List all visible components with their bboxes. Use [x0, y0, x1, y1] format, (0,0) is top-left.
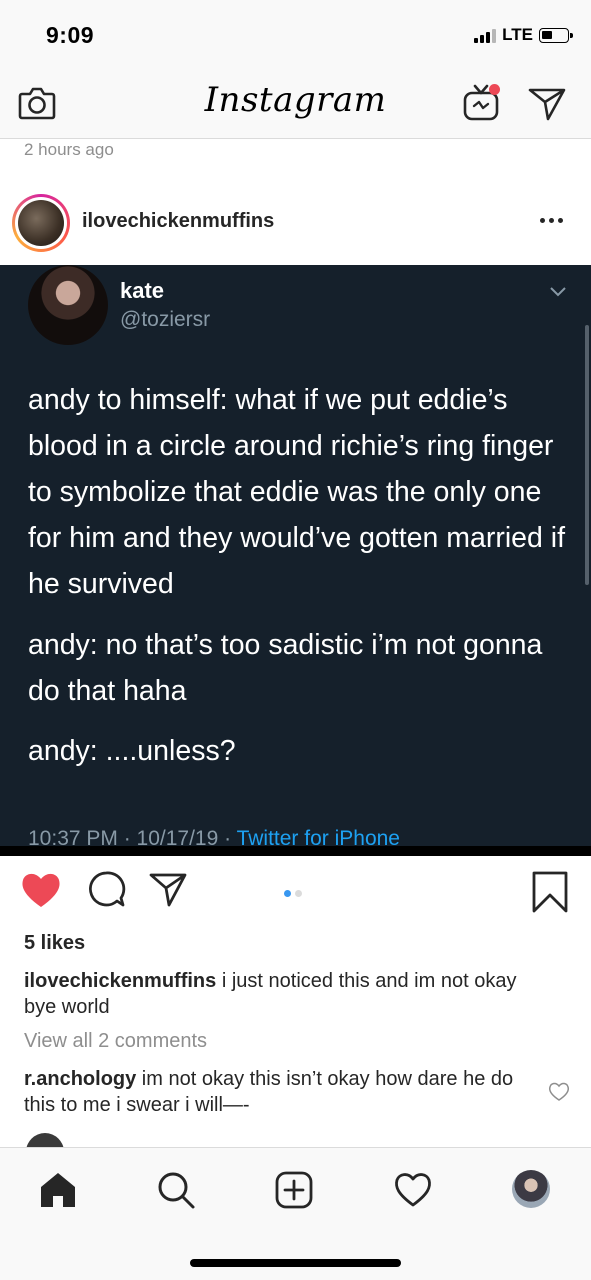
like-heart-icon[interactable] [20, 870, 62, 910]
avatar [18, 200, 64, 246]
activity-heart-icon[interactable] [393, 1170, 433, 1210]
search-icon[interactable] [156, 1170, 196, 1210]
view-all-comments-link[interactable]: View all 2 comments [24, 1030, 207, 1053]
story-ring-avatar[interactable] [12, 194, 70, 252]
notification-dot [489, 84, 500, 95]
status-indicators: LTE [474, 25, 573, 45]
tweet-author-name: kate [120, 278, 165, 303]
tweet-author-handle: @toziersr [120, 308, 211, 331]
tweet-paragraph: andy: ....unless? [28, 735, 236, 767]
next-post-peek [0, 1133, 591, 1147]
comment-item: r.anchology im not okay this isn’t okay … [24, 1066, 529, 1118]
bottom-tab-bar [0, 1147, 591, 1280]
previous-post-time: 2 hours ago [24, 140, 114, 159]
carousel-dot [295, 890, 302, 897]
caption-username[interactable]: ilovechickenmuffins [24, 970, 216, 992]
share-icon[interactable] [148, 870, 188, 910]
comment-like-heart-icon[interactable] [548, 1082, 570, 1102]
avatar [26, 1133, 64, 1147]
home-icon[interactable] [38, 1170, 78, 1210]
direct-message-icon[interactable] [527, 86, 567, 122]
home-indicator[interactable] [190, 1259, 401, 1267]
signal-icon [474, 27, 497, 43]
post-actions [0, 870, 591, 920]
more-options-icon[interactable] [540, 218, 563, 223]
chevron-down-icon [550, 287, 566, 297]
post-image[interactable]: kate @toziersr andy to himself: what if … [0, 265, 591, 855]
post-caption: ilovechickenmuffins i just noticed this … [24, 968, 544, 1020]
status-time: 9:09 [46, 22, 95, 48]
likes-count[interactable]: 5 likes [24, 932, 85, 955]
carousel-dot-active [284, 890, 291, 897]
scroll-indicator [585, 325, 589, 585]
status-bar: 9:09 LTE [0, 0, 591, 70]
image-bottom-edge [0, 846, 591, 856]
profile-avatar[interactable] [512, 1170, 550, 1208]
tweet-avatar [28, 265, 108, 345]
comment-icon[interactable] [86, 870, 126, 910]
post-username[interactable]: ilovechickenmuffins [82, 210, 274, 233]
carousel-indicator [284, 890, 302, 897]
battery-icon [539, 27, 573, 43]
instagram-logo: Instagram [204, 80, 387, 120]
comment-username[interactable]: r.anchology [24, 1068, 136, 1090]
add-post-icon[interactable] [274, 1170, 314, 1210]
post-header: ilovechickenmuffins [0, 188, 591, 264]
tweet-paragraph: andy to himself: what if we put eddie’s … [28, 384, 566, 600]
app-header: Instagram [0, 70, 591, 139]
bookmark-icon[interactable] [530, 870, 570, 914]
tweet-paragraph: andy: no that’s too sadistic i’m not gon… [28, 629, 543, 707]
network-label: LTE [502, 25, 533, 44]
